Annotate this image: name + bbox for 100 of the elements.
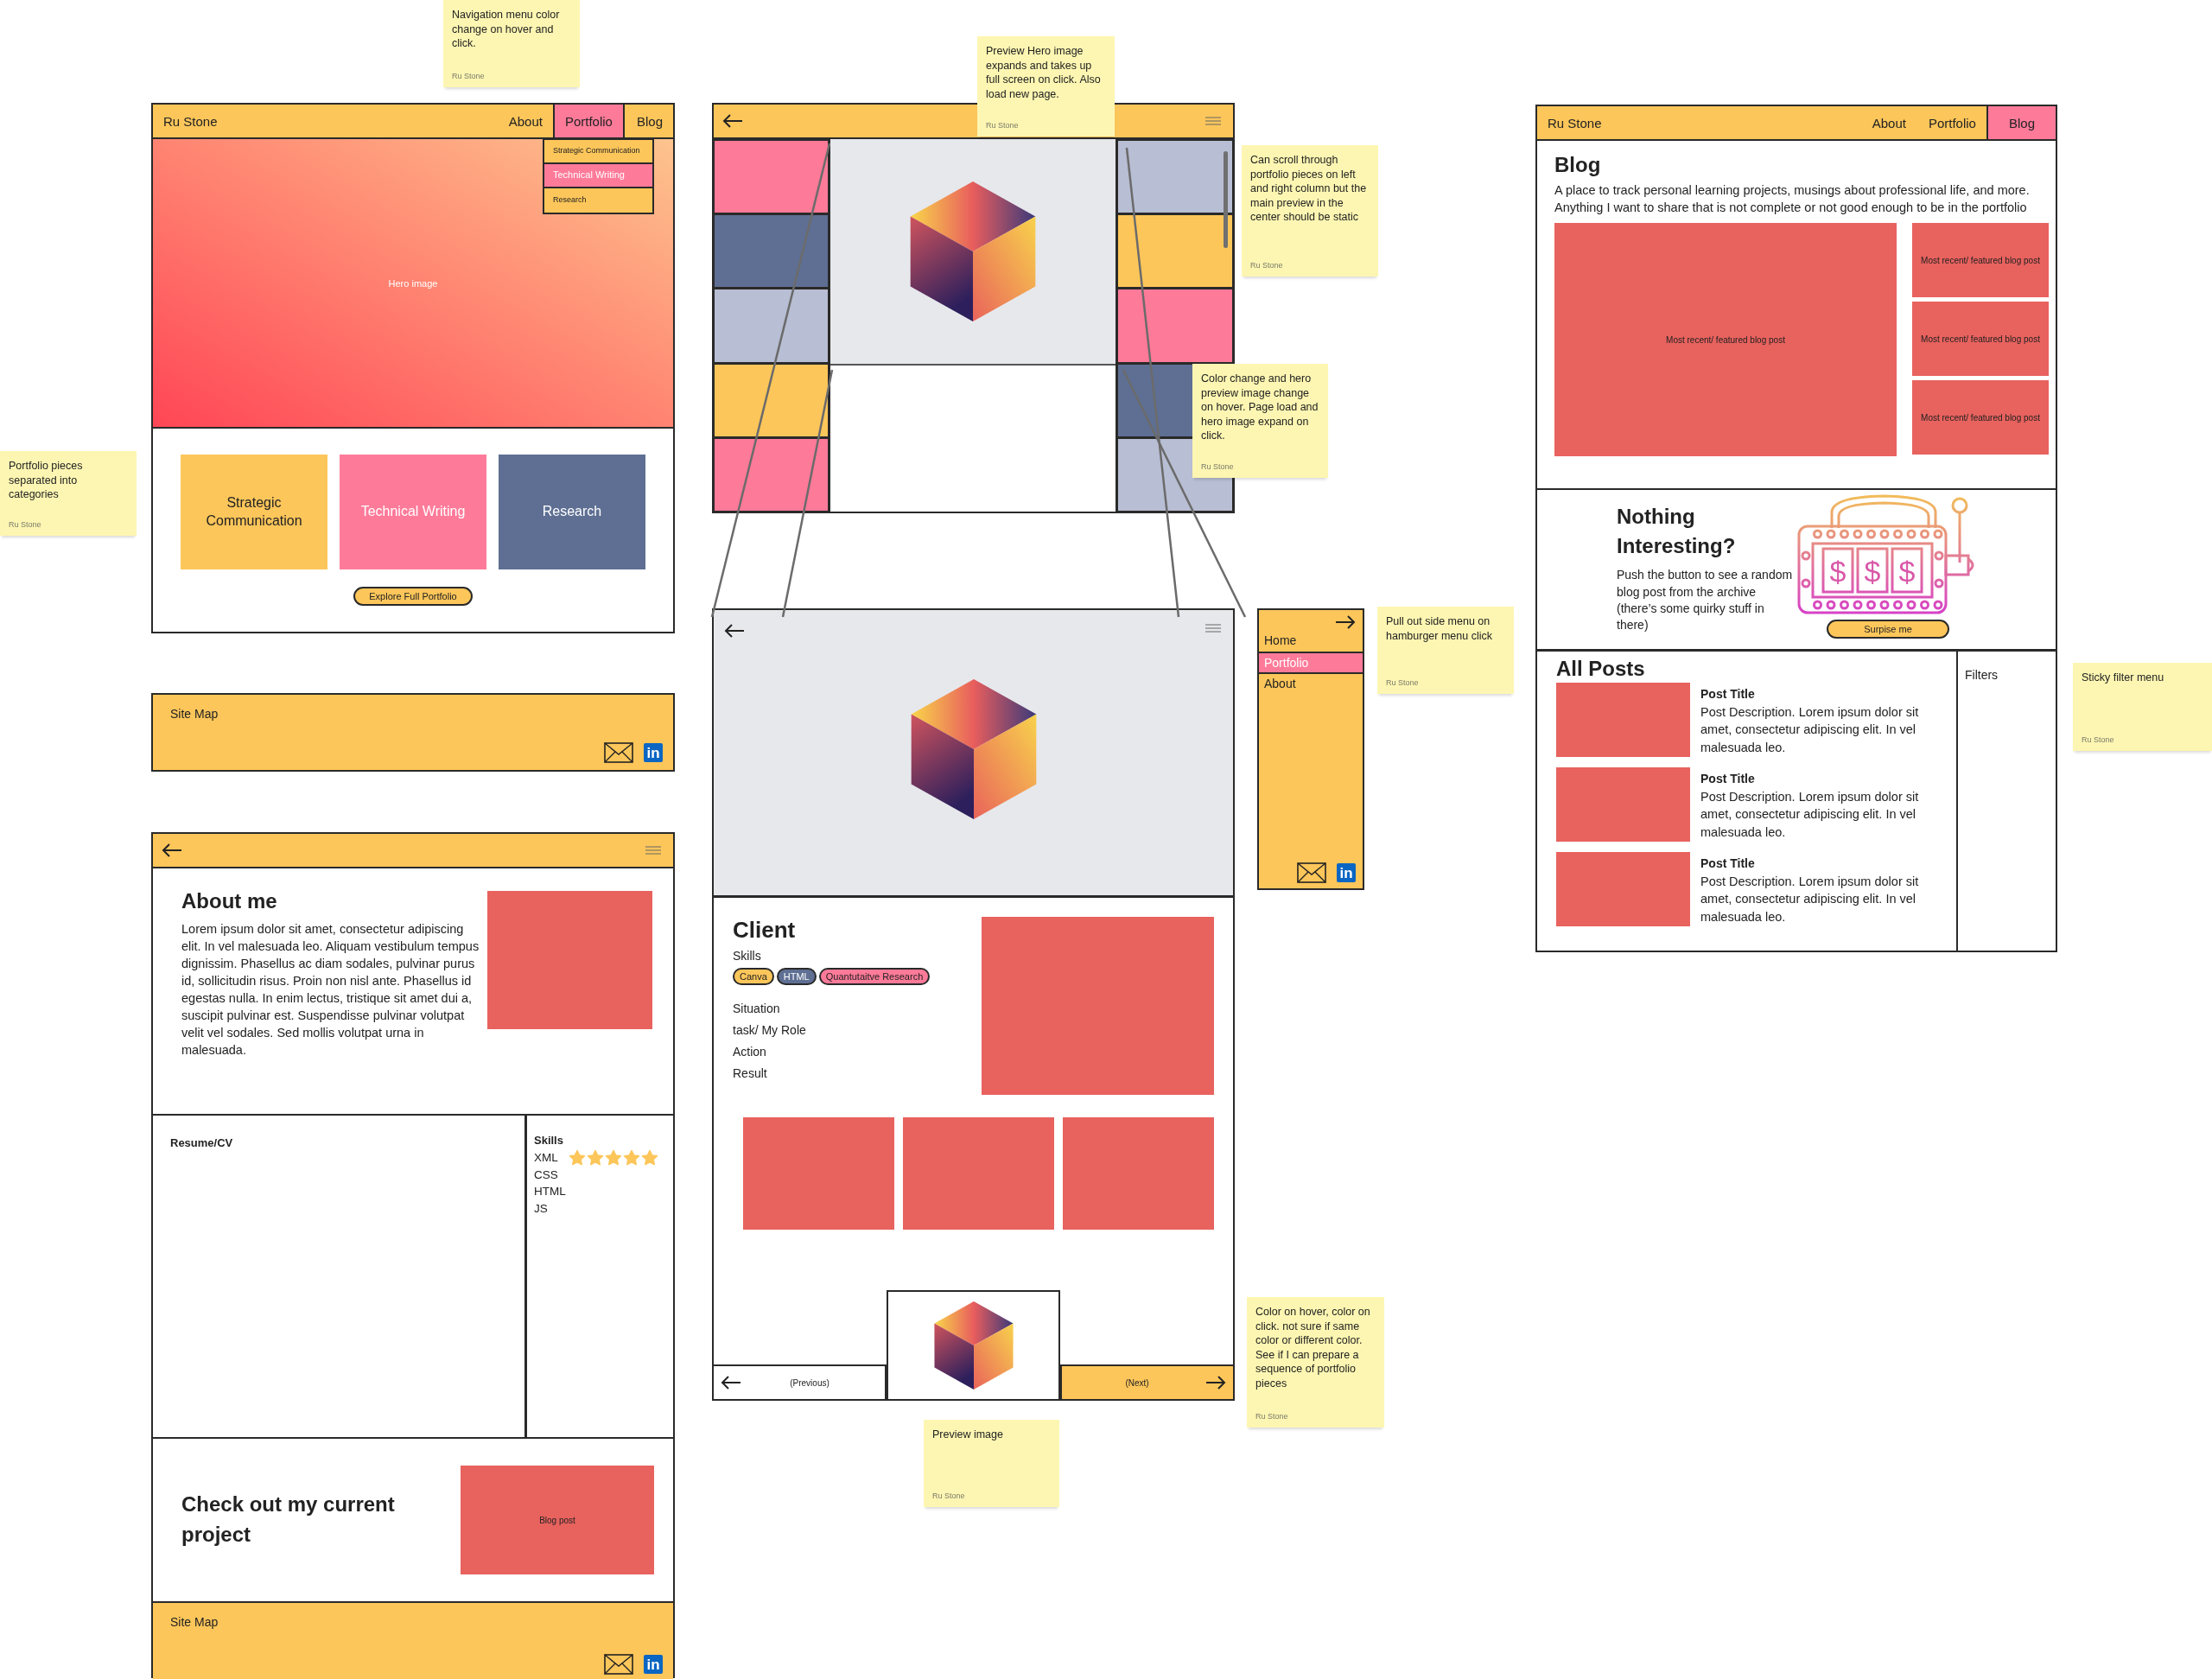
- sticky-note-tooltip[interactable]: Can scroll through portfolio pieces on left and right column but the main preview in the center should be static Ru Stone: [1242, 145, 1378, 277]
- portfolio-tile[interactable]: [714, 288, 829, 363]
- previous-button[interactable]: (Previous): [714, 1364, 887, 1399]
- mail-icon[interactable]: [604, 1654, 633, 1675]
- note-text: Preview Hero image expands and takes up full screen on click. Also load new page.: [986, 44, 1102, 101]
- section-label: Action: [733, 1045, 766, 1059]
- note-author: Ru Stone: [986, 121, 1020, 130]
- note-author: Ru Stone: [2082, 735, 2115, 744]
- sticky-note-tooltip[interactable]: Color on hover, color on click. not sure if same color or different color. See if I can prepare a sequence of portfolio pieces Ru Stone: [1247, 1297, 1384, 1428]
- card-label: Most recent/ featured blog post: [1921, 412, 2040, 423]
- sticky-note-tooltip[interactable]: Color change and hero preview image change on hover. Page load and hero image expand on click. Ru Stone: [1192, 364, 1328, 478]
- note-text: Color change and hero preview image change on hover. Page load and hero image expand on click.: [1201, 372, 1319, 443]
- nothing-text: Push the button to see a random blog post from the archive (there’s some quirky stuff in there): [1617, 567, 1794, 634]
- note-text: Sticky filter menu: [2082, 671, 2165, 685]
- about-text: Lorem ipsum dolor sit amet, consectetur adipiscing elit. In vel malesuada leo. Aliquam vestibulum tempus dignissim. Phasellus ac diam sodales, pulvinar purus id, sollicitudin risus. Proin non nisl ante. Phasellus id egestas nulla. In enim lectus, tristique sit amet dui a, suscipit pulvinar est. Suspendisse pulvinar volutpat velit vel sodales. Sed mollis volutpat urna in malesuada.: [181, 921, 480, 1059]
- sticky-note-tooltip[interactable]: Navigation menu color change on hover and click. Ru Stone: [443, 0, 580, 87]
- site-map-label: Site Map: [170, 1615, 219, 1629]
- post-title[interactable]: Post Title: [1700, 771, 1948, 788]
- note-text: Portfolio pieces separated into categories: [9, 459, 84, 502]
- reel-symbol: $: [1898, 555, 1916, 588]
- note-text: Navigation menu color change on hover and click.: [452, 8, 561, 51]
- note-author: Ru Stone: [1386, 678, 1420, 687]
- nav-link[interactable]: About: [496, 105, 553, 137]
- category-card[interactable]: Research: [499, 455, 645, 569]
- note-author: Ru Stone: [1201, 462, 1235, 471]
- nav-link[interactable]: Blog: [1986, 106, 2056, 139]
- portfolio-tile[interactable]: [1117, 288, 1233, 363]
- surprise-button[interactable]: Surpise me: [1827, 620, 1949, 639]
- dropdown-item[interactable]: Strategic Communication: [544, 140, 652, 164]
- category-card[interactable]: Strategic Communication: [181, 455, 327, 569]
- note-author: Ru Stone: [452, 72, 486, 80]
- portfolio-tile[interactable]: [714, 139, 829, 214]
- post-title[interactable]: Post Title: [1700, 855, 1948, 873]
- linkedin-icon[interactable]: in: [1337, 863, 1356, 882]
- featured-post-card[interactable]: Most recent/ featured blog post: [1912, 302, 2049, 377]
- all-posts-heading: All Posts: [1556, 657, 1646, 681]
- side-menu-item[interactable]: Home: [1259, 631, 1363, 652]
- note-author: Ru Stone: [1255, 1412, 1289, 1421]
- project-heading: Check out my current project: [181, 1491, 396, 1548]
- sticky-note-tooltip[interactable]: Portfolio pieces separated into categories Ru Stone: [0, 451, 137, 536]
- sticky-note-tooltip[interactable]: Preview Hero image expands and takes up full screen on click. Also load new page. Ru Stone: [977, 36, 1115, 137]
- side-menu-item[interactable]: About: [1259, 674, 1363, 695]
- featured-post-card[interactable]: Most recent/ featured blog post: [1912, 380, 2049, 455]
- skills-label: Skills: [733, 949, 761, 963]
- post-description: Post Description. Lorem ipsum dolor sit amet, consectetur adipiscing elit. In vel malesuada leo.: [1700, 788, 1920, 842]
- site-name: Ru Stone: [1547, 115, 1602, 130]
- dropdown-item[interactable]: Research: [544, 188, 652, 213]
- portfolio-tile[interactable]: [1117, 139, 1233, 214]
- featured-post-card[interactable]: Most recent/ featured blog post: [1554, 223, 1897, 457]
- mail-icon[interactable]: [1297, 862, 1326, 883]
- sticky-note-tooltip[interactable]: Preview image Ru Stone: [924, 1420, 1059, 1507]
- note-text: Preview image: [932, 1428, 1004, 1442]
- site-name: Ru Stone: [162, 113, 218, 129]
- portfolio-tile[interactable]: [714, 213, 829, 289]
- blog-heading: Blog: [1554, 153, 1602, 177]
- resume-label: Resume/CV: [170, 1136, 233, 1149]
- note-author: Ru Stone: [9, 520, 42, 529]
- skill-tag: Canva: [733, 968, 774, 985]
- portfolio-tile[interactable]: [1117, 213, 1233, 289]
- back-arrow-icon[interactable]: [722, 114, 743, 128]
- about-heading: About me: [181, 889, 278, 913]
- back-arrow-icon: [721, 1376, 741, 1390]
- sticky-note-tooltip[interactable]: Pull out side menu on hamburger menu click Ru Stone: [1377, 607, 1514, 694]
- post-thumbnail[interactable]: [1556, 852, 1690, 926]
- site-map-label: Site Map: [170, 707, 219, 721]
- blog-post-card[interactable]: Blog post: [461, 1466, 654, 1574]
- post-thumbnail[interactable]: [1556, 767, 1690, 842]
- nav-link[interactable]: About: [1859, 106, 1916, 139]
- post-description: Post Description. Lorem ipsum dolor sit amet, consectetur adipiscing elit. In vel malesuada leo.: [1700, 703, 1920, 757]
- forward-arrow-icon[interactable]: [1335, 615, 1356, 629]
- post-thumbnail[interactable]: [1556, 683, 1690, 757]
- next-button[interactable]: (Next): [1060, 1364, 1233, 1399]
- featured-post-card[interactable]: Most recent/ featured blog post: [1912, 223, 2049, 298]
- back-arrow-icon[interactable]: [724, 624, 745, 638]
- client-heading: Client: [733, 917, 796, 944]
- preview-thumbnail[interactable]: [887, 1290, 1060, 1399]
- reel-symbol: $: [1864, 555, 1881, 588]
- hero-preview[interactable]: [830, 139, 1116, 366]
- nav-link[interactable]: Portfolio: [552, 105, 625, 137]
- reel-symbol: $: [1829, 555, 1847, 588]
- filters-label: Filters: [1965, 668, 1999, 682]
- skill-name: HTML: [534, 1184, 566, 1200]
- note-text: Color on hover, color on click. not sure if same color or different color. See if I can prepare a sequence of portfolio pieces: [1255, 1305, 1371, 1390]
- sticky-note-tooltip[interactable]: Sticky filter menu Ru Stone: [2073, 663, 2212, 751]
- card-label: Most recent/ featured blog post: [1921, 255, 2040, 265]
- section-label: Result: [733, 1066, 767, 1080]
- skill-tag: Quantutaitve Research: [818, 968, 931, 985]
- linkedin-icon[interactable]: in: [644, 743, 663, 762]
- portfolio-tile[interactable]: [714, 362, 829, 437]
- mail-icon[interactable]: [604, 742, 633, 763]
- post-title[interactable]: Post Title: [1700, 686, 1948, 703]
- nav-link[interactable]: Portfolio: [1916, 106, 1986, 139]
- card-label: Blog post: [539, 1515, 575, 1525]
- nav-link[interactable]: Blog: [624, 105, 673, 137]
- scrollbar[interactable]: [1224, 151, 1228, 248]
- card-label: Most recent/ featured blog post: [1666, 334, 1785, 345]
- portfolio-tile[interactable]: [714, 436, 829, 512]
- back-arrow-icon[interactable]: [162, 843, 182, 857]
- explore-button[interactable]: Explore Full Portfolio: [353, 587, 473, 606]
- linkedin-icon[interactable]: in: [644, 1655, 663, 1674]
